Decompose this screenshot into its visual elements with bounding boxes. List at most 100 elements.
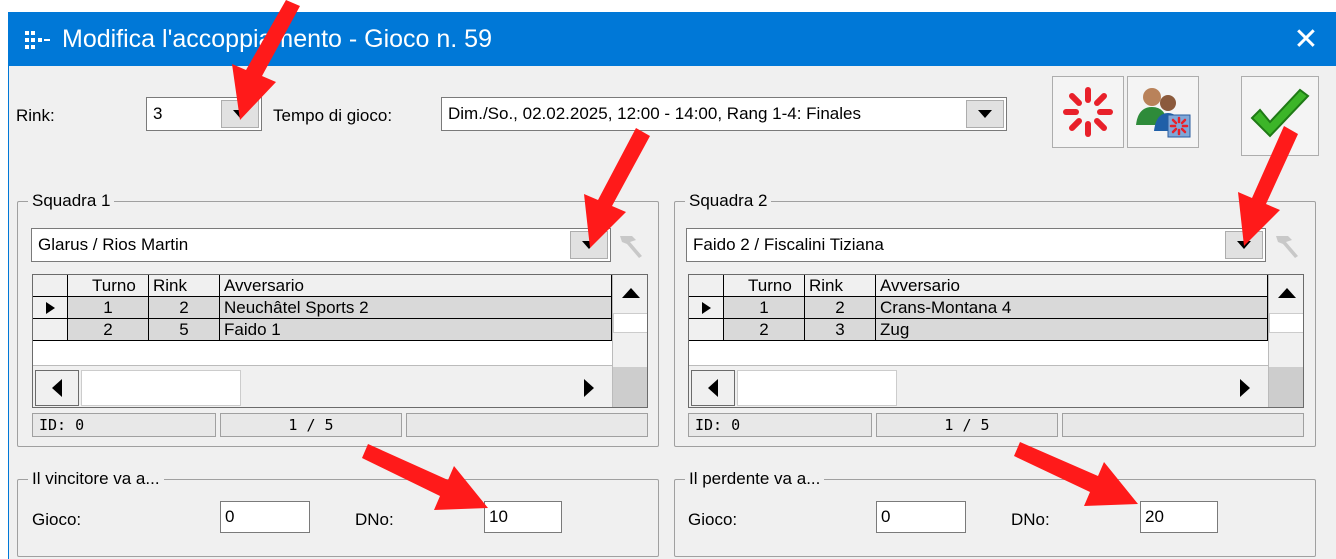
column-header-rink[interactable]: Rink xyxy=(805,275,876,297)
time-label: Tempo di gioco: xyxy=(273,106,393,125)
column-header-turno[interactable]: Turno xyxy=(68,275,149,297)
column-header-turno[interactable]: Turno xyxy=(724,275,805,297)
team1-select[interactable]: Glarus / Rios Martin xyxy=(31,228,611,262)
arrow-up-icon xyxy=(1278,288,1296,298)
rink-select[interactable]: 3 xyxy=(146,97,262,131)
table-cell[interactable]: Crans-Montana 4 xyxy=(876,297,1268,319)
vertical-scrollbar[interactable] xyxy=(1268,275,1303,407)
scroll-thumb[interactable] xyxy=(1269,313,1303,333)
reset-button[interactable] xyxy=(1052,76,1124,148)
arrow-right-icon xyxy=(584,379,594,397)
scroll-left-button[interactable] xyxy=(691,370,735,406)
team2-dropdown-button[interactable] xyxy=(1225,231,1263,259)
scroll-thumb[interactable] xyxy=(613,313,647,333)
scroll-thumb[interactable] xyxy=(737,370,897,406)
table-cell[interactable]: 2 xyxy=(68,319,149,341)
loser-dno-field[interactable]: 20 xyxy=(1140,501,1218,533)
scroll-right-button[interactable] xyxy=(569,370,609,406)
arrow-up-icon xyxy=(622,288,640,298)
team2-group-label: Squadra 2 xyxy=(685,191,772,211)
team2-status-empty xyxy=(1062,413,1304,437)
hammer-icon xyxy=(616,230,646,265)
scroll-corner xyxy=(613,367,647,407)
team2-select[interactable]: Faido 2 / Fiscalini Tiziana xyxy=(686,228,1266,262)
team1-group-label: Squadra 1 xyxy=(28,191,115,211)
rink-select-value: 3 xyxy=(153,104,163,123)
table-cell[interactable]: Neuchâtel Sports 2 xyxy=(220,297,612,319)
team2-status-page: 1 / 5 xyxy=(876,413,1058,437)
table-cell[interactable]: 2 xyxy=(149,297,220,319)
hammer-icon xyxy=(1272,230,1302,265)
team2-status-id: ID: 0 xyxy=(688,413,872,437)
grid-corner xyxy=(33,275,68,297)
table-cell[interactable]: 2 xyxy=(805,297,876,319)
scroll-thumb[interactable] xyxy=(81,370,241,406)
winner-game-label: Gioco: xyxy=(32,510,82,529)
winner-dno-field[interactable]: 10 xyxy=(484,501,562,533)
arrow-right-icon xyxy=(1240,379,1250,397)
current-row-icon xyxy=(46,302,55,314)
chevron-down-icon xyxy=(978,110,992,118)
title-bar[interactable]: Modifica l'accoppiamento - Gioco n. 59 ✕ xyxy=(8,12,1336,66)
close-icon: ✕ xyxy=(1293,22,1319,56)
grid-corner xyxy=(689,275,724,297)
row-indicator[interactable] xyxy=(689,319,724,341)
chevron-down-icon xyxy=(582,241,596,249)
winner-group: Il vincitore va a... xyxy=(17,469,659,557)
horizontal-scrollbar[interactable] xyxy=(33,365,612,407)
time-select[interactable]: Dim./So., 02.02.2025, 12:00 - 14:00, Ran… xyxy=(441,97,1007,131)
current-row-icon xyxy=(702,302,711,314)
team2-select-value: Faido 2 / Fiscalini Tiziana xyxy=(693,235,884,254)
rink-label: Rink: xyxy=(16,106,55,125)
team-swap-button[interactable] xyxy=(1127,76,1199,148)
table-cell[interactable]: Zug xyxy=(876,319,1268,341)
team1-status-id: ID: 0 xyxy=(32,413,216,437)
row-indicator[interactable] xyxy=(689,297,724,319)
horizontal-scrollbar[interactable] xyxy=(689,365,1268,407)
column-header-avversario[interactable]: Avversario xyxy=(220,275,612,297)
scroll-up-button[interactable] xyxy=(1269,275,1303,311)
partial-row xyxy=(33,341,612,363)
table-cell[interactable]: 1 xyxy=(724,297,805,319)
team1-status-page: 1 / 5 xyxy=(220,413,402,437)
time-dropdown-button[interactable] xyxy=(966,100,1004,128)
chevron-down-icon xyxy=(1237,241,1251,249)
window-title: Modifica l'accoppiamento - Gioco n. 59 xyxy=(62,25,492,53)
confirm-button[interactable] xyxy=(1241,76,1319,156)
team-swap-icon xyxy=(1136,88,1191,138)
table-cell[interactable]: 1 xyxy=(68,297,149,319)
scroll-left-button[interactable] xyxy=(35,370,79,406)
loser-game-label: Gioco: xyxy=(688,510,738,529)
loser-dno-label: DNo: xyxy=(1011,510,1050,529)
loser-group: Il perdente va a... xyxy=(674,469,1316,557)
vertical-scrollbar[interactable] xyxy=(612,275,647,407)
team1-status-empty xyxy=(406,413,648,437)
table-cell[interactable]: Faido 1 xyxy=(220,319,612,341)
scroll-right-button[interactable] xyxy=(1225,370,1265,406)
column-header-avversario[interactable]: Avversario xyxy=(876,275,1268,297)
table-cell[interactable]: 3 xyxy=(805,319,876,341)
row-indicator[interactable] xyxy=(33,297,68,319)
close-button[interactable]: ✕ xyxy=(1276,12,1336,66)
team1-select-value: Glarus / Rios Martin xyxy=(38,235,189,254)
column-header-rink[interactable]: Rink xyxy=(149,275,220,297)
arrow-left-icon xyxy=(52,379,62,397)
table-cell[interactable]: 5 xyxy=(149,319,220,341)
team1-dropdown-button[interactable] xyxy=(570,231,608,259)
winner-dno-label: DNo: xyxy=(355,510,394,529)
team2-grid[interactable]: Turno Rink Avversario 1 2 Crans-Montana … xyxy=(688,274,1304,408)
time-select-value: Dim./So., 02.02.2025, 12:00 - 14:00, Ran… xyxy=(448,104,861,123)
scroll-corner xyxy=(1269,367,1303,407)
team1-grid[interactable]: Turno Rink Avversario 1 2 Neuchâtel Spor… xyxy=(32,274,648,408)
row-indicator[interactable] xyxy=(33,319,68,341)
app-icon xyxy=(24,30,54,50)
rink-dropdown-button[interactable] xyxy=(221,100,259,128)
winner-group-label: Il vincitore va a... xyxy=(28,469,164,489)
loser-game-field[interactable]: 0 xyxy=(876,501,966,533)
scroll-up-button[interactable] xyxy=(613,275,647,311)
loser-group-label: Il perdente va a... xyxy=(685,469,825,489)
winner-game-field[interactable]: 0 xyxy=(220,501,310,533)
chevron-down-icon xyxy=(233,110,247,118)
table-cell[interactable]: 2 xyxy=(724,319,805,341)
loading-spinner-icon xyxy=(1063,87,1113,137)
